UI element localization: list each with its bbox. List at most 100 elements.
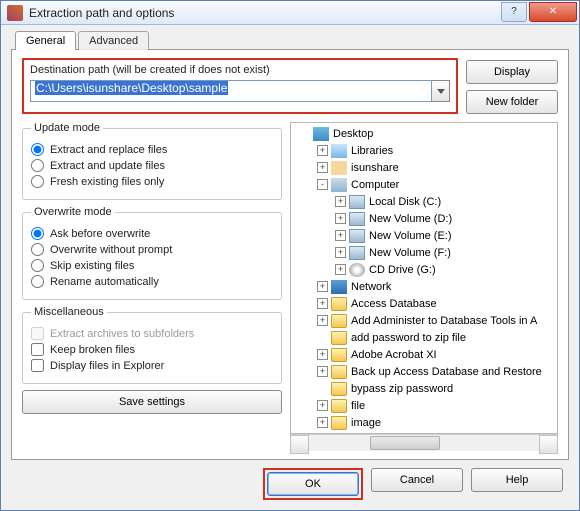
tree-item-label: Add Administer to Database Tools in A <box>351 315 537 327</box>
tree-toggle-icon[interactable]: + <box>335 264 346 275</box>
tree-item-label: Libraries <box>351 145 393 157</box>
tree-item-label: New Volume (E:) <box>369 230 452 242</box>
tree-item-label: image <box>351 417 381 429</box>
tree-item[interactable]: bypass zip password <box>291 380 557 397</box>
chevron-down-icon <box>437 89 445 94</box>
tab-panel-general: Destination path (will be created if doe… <box>11 49 569 460</box>
tree-item[interactable]: Desktop <box>291 125 557 142</box>
tree-item[interactable]: + New Volume (D:) <box>291 210 557 227</box>
tree-toggle-icon[interactable]: + <box>317 400 328 411</box>
folder-tree[interactable]: Desktop + Libraries +isunshare - Computer +Loc… <box>290 122 558 434</box>
tree-item-label: New Volume (D:) <box>369 213 452 225</box>
new-folder-button[interactable]: New folder <box>466 90 558 114</box>
tree-toggle-icon[interactable]: + <box>335 213 346 224</box>
folder-icon <box>331 416 347 430</box>
misc-opt-broken[interactable]: Keep broken files <box>31 343 273 356</box>
folder-icon <box>331 314 347 328</box>
misc-legend: Miscellaneous <box>31 306 107 318</box>
tree-toggle-icon <box>317 383 328 394</box>
horizontal-scrollbar[interactable] <box>290 434 558 451</box>
tree-item-label: New Volume (F:) <box>369 247 451 259</box>
folder-icon <box>331 297 347 311</box>
help-button[interactable]: Help <box>471 468 563 492</box>
overwrite-opt-rename[interactable]: Rename automatically <box>31 275 273 288</box>
tree-container: Desktop + Libraries +isunshare - Computer +Loc… <box>290 122 558 451</box>
tree-toggle-icon[interactable]: + <box>317 417 328 428</box>
tree-toggle-icon[interactable]: + <box>317 315 328 326</box>
tree-toggle-icon[interactable]: + <box>335 247 346 258</box>
destination-input[interactable]: C:\Users\isunshare\Desktop\sample <box>30 80 432 102</box>
folder-icon <box>331 382 347 396</box>
tree-item-label: Computer <box>351 179 399 191</box>
tree-toggle-icon[interactable]: + <box>317 298 328 309</box>
tree-item[interactable]: - Computer <box>291 176 557 193</box>
overwrite-opt-skip[interactable]: Skip existing files <box>31 259 273 272</box>
tree-item-label: Desktop <box>333 128 373 140</box>
tree-toggle-icon[interactable]: - <box>317 179 328 190</box>
misc-opt-subfolders: Extract archives to subfolders <box>31 327 273 340</box>
misc-group: Miscellaneous Extract archives to subfol… <box>22 306 282 384</box>
tab-advanced[interactable]: Advanced <box>78 31 149 50</box>
left-column: Update mode Extract and replace files Ex… <box>22 122 282 451</box>
tree-item-label: Back up Access Database and Restore <box>351 366 542 378</box>
tree-toggle-icon <box>299 128 310 139</box>
destination-label: Destination path (will be created if doe… <box>30 64 450 76</box>
folder-icon <box>331 399 347 413</box>
overwrite-mode-legend: Overwrite mode <box>31 206 115 218</box>
overwrite-opt-without[interactable]: Overwrite without prompt <box>31 243 273 256</box>
overwrite-opt-ask[interactable]: Ask before overwrite <box>31 227 273 240</box>
tree-item[interactable]: + image <box>291 414 557 431</box>
tree-item-label: Access Database <box>351 298 437 310</box>
tab-row: General Advanced <box>15 31 569 50</box>
tree-item[interactable]: +Local Disk (C:) <box>291 193 557 210</box>
update-opt-update[interactable]: Extract and update files <box>31 159 273 172</box>
destination-combo[interactable]: C:\Users\isunshare\Desktop\sample <box>30 80 450 102</box>
update-mode-group: Update mode Extract and replace files Ex… <box>22 122 282 200</box>
tree-item[interactable]: + CD Drive (G:) <box>291 261 557 278</box>
update-opt-replace[interactable]: Extract and replace files <box>31 143 273 156</box>
tree-item[interactable]: +file <box>291 397 557 414</box>
folder-icon <box>331 348 347 362</box>
destination-dropdown-button[interactable] <box>432 80 450 102</box>
tree-item[interactable]: +isunshare <box>291 159 557 176</box>
tree-item[interactable]: + Back up Access Database and Restore <box>291 363 557 380</box>
tree-toggle-icon[interactable]: + <box>317 162 328 173</box>
main-row: Update mode Extract and replace files Ex… <box>22 122 558 451</box>
libs-icon <box>331 144 347 158</box>
update-opt-fresh[interactable]: Fresh existing files only <box>31 175 273 188</box>
tree-toggle-icon[interactable]: + <box>317 145 328 156</box>
app-icon <box>7 5 23 21</box>
tree-item[interactable]: + Add Administer to Database Tools in A <box>291 312 557 329</box>
tree-toggle-icon[interactable]: + <box>335 196 346 207</box>
minimize-button[interactable]: ? <box>501 2 527 22</box>
titlebar[interactable]: Extraction path and options ? ✕ <box>1 1 579 25</box>
desktop-icon <box>313 127 329 141</box>
top-row: Destination path (will be created if doe… <box>22 58 558 114</box>
tree-item[interactable]: add password to zip file <box>291 329 557 346</box>
tree-toggle-icon[interactable]: + <box>335 230 346 241</box>
tree-item[interactable]: + New Volume (E:) <box>291 227 557 244</box>
scrollbar-thumb[interactable] <box>370 436 440 450</box>
tree-item[interactable]: + Libraries <box>291 142 557 159</box>
ok-highlight: OK <box>263 468 363 500</box>
tree-item[interactable]: + New Volume (F:) <box>291 244 557 261</box>
close-button[interactable]: ✕ <box>529 2 577 22</box>
cancel-button[interactable]: Cancel <box>371 468 463 492</box>
display-button[interactable]: Display <box>466 60 558 84</box>
tree-toggle-icon[interactable]: + <box>317 349 328 360</box>
tree-item[interactable]: + Access Database <box>291 295 557 312</box>
window-controls: ? ✕ <box>499 2 577 24</box>
ok-button[interactable]: OK <box>267 472 359 496</box>
tree-item-label: add password to zip file <box>351 332 466 344</box>
tree-toggle-icon[interactable]: + <box>317 281 328 292</box>
tree-toggle-icon[interactable]: + <box>317 366 328 377</box>
disk-icon <box>349 229 365 243</box>
tree-item[interactable]: +Adobe Acrobat XI <box>291 346 557 363</box>
disk-icon <box>349 195 365 209</box>
tab-general[interactable]: General <box>15 31 76 50</box>
save-settings-button[interactable]: Save settings <box>22 390 282 414</box>
misc-opt-explorer[interactable]: Display files in Explorer <box>31 359 273 372</box>
tree-item-label: CD Drive (G:) <box>369 264 436 276</box>
cd-icon <box>349 263 365 277</box>
tree-item[interactable]: +Network <box>291 278 557 295</box>
